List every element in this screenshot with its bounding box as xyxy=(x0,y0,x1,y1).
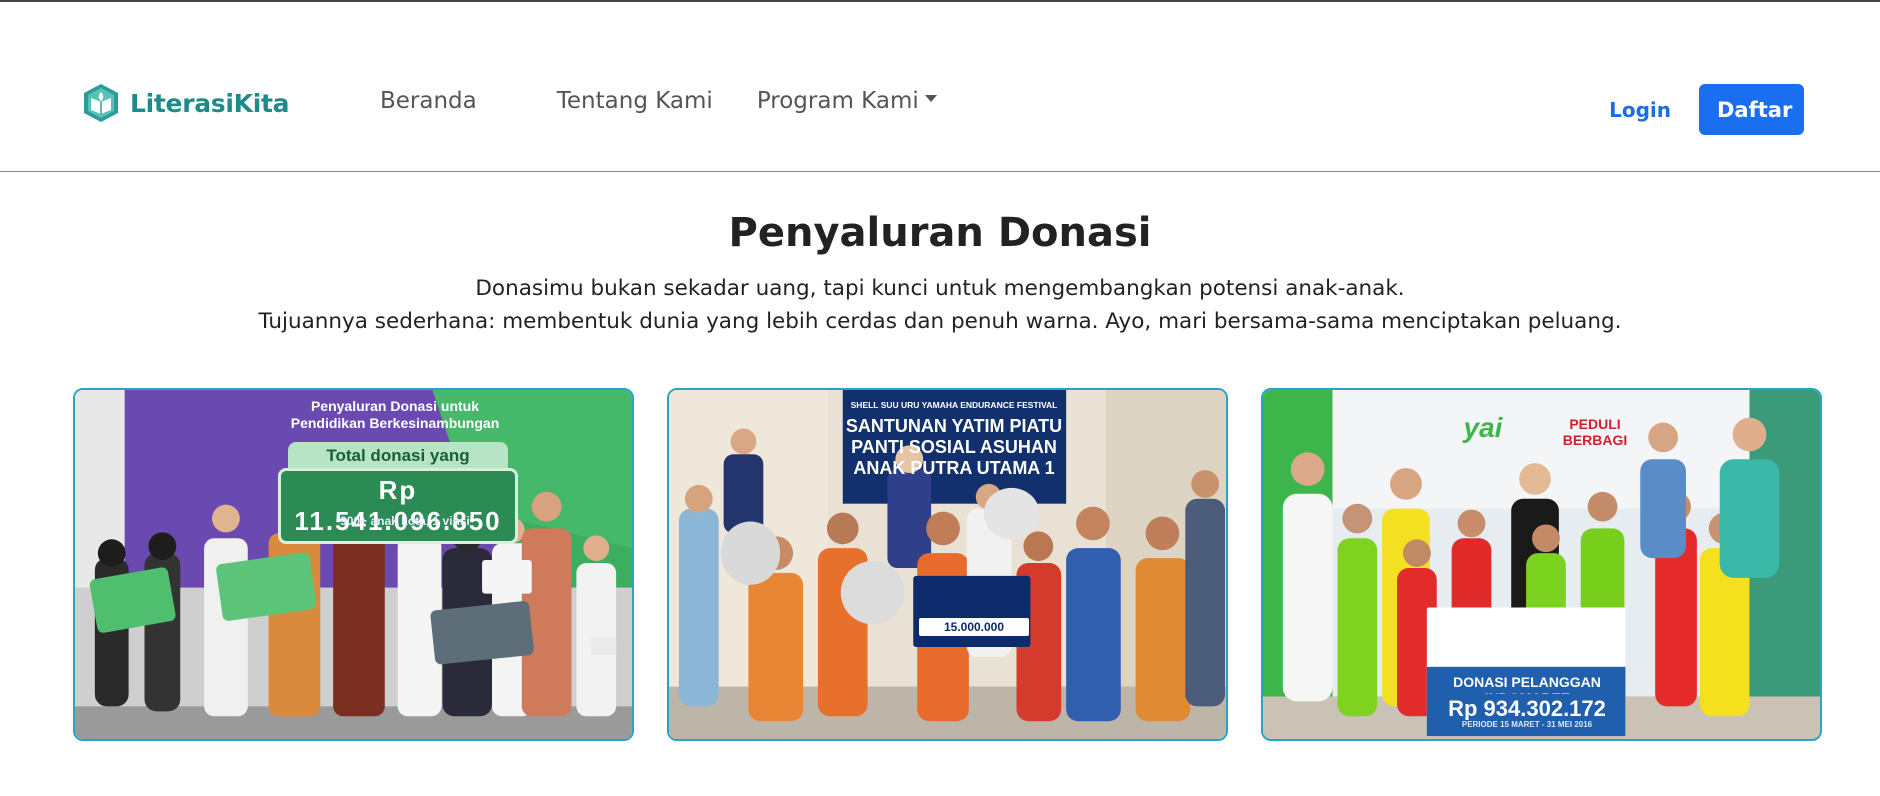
description-line-1: Donasimu bukan sekadar uang, tapi kunci … xyxy=(475,276,1405,301)
donation-photo-card-2[interactable]: SHELL SUU URU YAMAHA ENDURANCE FESTIVAL … xyxy=(667,388,1228,741)
register-button[interactable]: Daftar xyxy=(1699,84,1804,135)
photo-banner-top: SHELL SUU URU YAMAHA ENDURANCE FESTIVAL xyxy=(850,400,1058,410)
photo-caption-title: Penyaluran Donasi untuk Pendidikan Berke… xyxy=(290,398,500,431)
photo-board-period: PERIODE 15 MARET - 31 MEI 2016 xyxy=(1429,720,1625,732)
photo-partner-text: PEDULI BERBAGI xyxy=(1562,416,1628,448)
donation-photo-card-3[interactable]: yai PEDULI BERBAGI DONASI PELANGGAN INDO… xyxy=(1261,388,1822,741)
donation-gallery: Penyaluran Donasi untuk Pendidikan Berke… xyxy=(73,388,1822,741)
main-nav: Beranda Tentang Kami Program Kami xyxy=(380,88,937,114)
photo-caption-sub: 900+ anak kota, 1 vinsi xyxy=(340,514,470,528)
photo-yai-logo: yai xyxy=(1463,412,1503,443)
section-title: Penyaluran Donasi xyxy=(728,210,1152,256)
photo-board-amount: 15.000.000 xyxy=(919,618,1029,636)
brand-logo[interactable]: LiterasiKita xyxy=(82,82,290,124)
nav-tentang-kami[interactable]: Tentang Kami xyxy=(557,88,713,114)
login-link[interactable]: Login xyxy=(1609,98,1671,122)
nav-program-kami-label: Program Kami xyxy=(756,88,919,114)
brand-name: LiterasiKita xyxy=(130,88,290,118)
caret-down-icon xyxy=(924,95,937,102)
description-line-2: Tujuannya sederhana: membentuk dunia yan… xyxy=(258,309,1622,334)
nav-beranda[interactable]: Beranda xyxy=(380,88,477,114)
navbar: LiterasiKita Beranda Tentang Kami Progra… xyxy=(0,2,1880,172)
donation-photo-card-1[interactable]: Penyaluran Donasi untuk Pendidikan Berke… xyxy=(73,388,634,741)
photo-banner-title: SANTUNAN YATIM PIATU PANTI SOSIAL ASUHAN… xyxy=(845,416,1063,478)
nav-program-kami-dropdown[interactable]: Program Kami xyxy=(757,88,937,114)
auth-actions: Login Daftar xyxy=(1609,84,1804,135)
photo-caption-amount: Rp 11.541.096.850 xyxy=(278,468,518,544)
section-description: Donasimu bukan sekadar uang, tapi kunci … xyxy=(0,272,1880,338)
book-leaf-logo-icon xyxy=(84,84,118,122)
